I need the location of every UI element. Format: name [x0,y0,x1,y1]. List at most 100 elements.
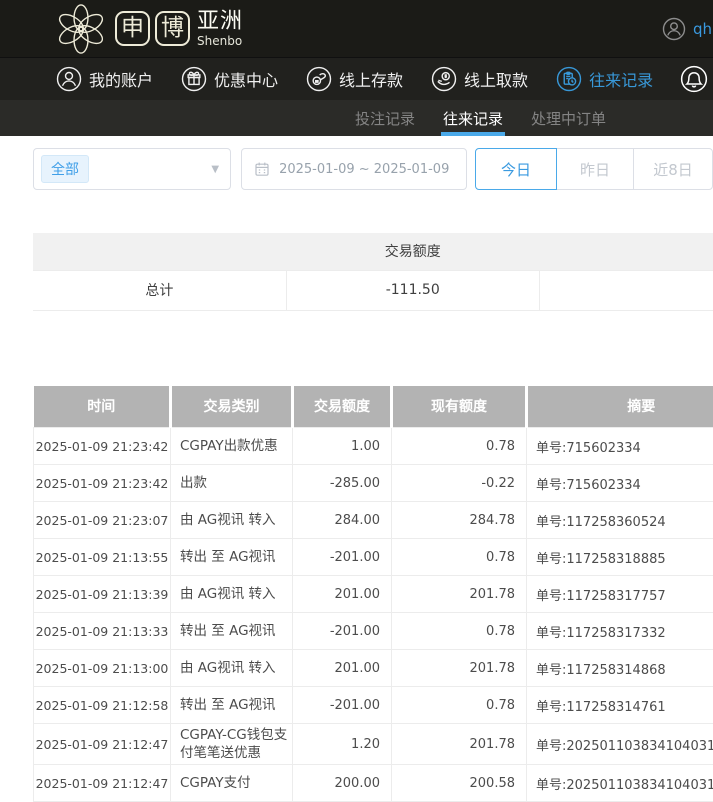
cell-amount: 201.00 [293,576,392,613]
cell-amount: 200.00 [293,765,392,802]
nav-item-user[interactable]: 我的账户 [56,66,153,92]
quick-date-button-2[interactable]: 近8日 [633,148,713,190]
cell-time: 2025-01-09 21:13:39 [34,576,171,613]
cell-type: CGPAY支付 [171,765,293,802]
gift-icon [181,66,207,92]
cell-amount: 1.00 [293,428,392,465]
brand-region: 亚洲 [197,11,243,33]
top-header: 申 博 亚洲 Shenbo qh [0,0,713,58]
nav-item-records[interactable]: 往来记录 [556,66,653,92]
quick-date-button-1[interactable]: 昨日 [556,148,634,190]
summary-header-empty [33,233,286,270]
cell-type: CGPAY出款优惠 [171,428,293,465]
transactions-header-row: 时间交易类别交易额度现有额度摘要 [34,386,713,428]
table-row: 2025-01-09 21:13:33转出 至 AG视讯-201.000.78单… [34,613,713,650]
user-account-area[interactable]: qh [662,0,712,57]
summary-header-amount: 交易额度 [286,233,539,270]
nav-item-deposit[interactable]: 线上存款 [306,66,403,92]
tab-0[interactable]: 投注记录 [355,100,415,136]
cell-amount: 201.00 [293,650,392,687]
notifications-button[interactable] [680,58,708,100]
nav-item-label: 我的账户 [89,67,153,91]
summary-header-row: 交易额度 [33,233,713,270]
brand-char-2: 博 [155,11,190,46]
calendar-icon [254,161,270,177]
quick-date-buttons: 今日昨日近8日 [475,148,713,190]
cell-summary: 单号:202501103834104031 [527,765,713,802]
cell-type: CGPAY-CG钱包支付笔笔送优惠 [171,724,293,765]
cell-time: 2025-01-09 21:12:58 [34,687,171,724]
summary-total-row: 总计 -111.50 [33,270,713,310]
cell-summary: 单号:117258318885 [527,539,713,576]
quick-date-button-0[interactable]: 今日 [475,148,557,190]
withdraw-icon [431,66,457,92]
cell-time: 2025-01-09 21:13:33 [34,613,171,650]
chevron-down-icon: ▼ [211,164,219,175]
table-row: 2025-01-09 21:23:07由 AG视讯 转入284.00284.78… [34,502,713,539]
nav-item-gift[interactable]: 优惠中心 [181,66,278,92]
cell-summary: 单号:117258317757 [527,576,713,613]
nav-item-withdraw[interactable]: 线上取款 [431,66,528,92]
cell-summary: 单号:715602334 [527,428,713,465]
cell-balance: 200.58 [392,765,527,802]
date-range-input[interactable]: 2025-01-09 ~ 2025-01-09 [241,148,467,190]
cell-summary: 单号:117258360524 [527,502,713,539]
records-icon [556,66,582,92]
table-row: 2025-01-09 21:12:58转出 至 AG视讯-201.000.78单… [34,687,713,724]
cell-balance: 0.78 [392,613,527,650]
tab-2[interactable]: 处理中订单 [531,100,606,136]
cell-time: 2025-01-09 21:23:07 [34,502,171,539]
cell-type: 转出 至 AG视讯 [171,613,293,650]
cell-balance: 0.78 [392,428,527,465]
table-row: 2025-01-09 21:13:39由 AG视讯 转入201.00201.78… [34,576,713,613]
username-label: qh [693,20,712,38]
table-row: 2025-01-09 21:13:00由 AG视讯 转入201.00201.78… [34,650,713,687]
cell-time: 2025-01-09 21:13:55 [34,539,171,576]
category-select[interactable]: 全部 ▼ [33,148,231,190]
cell-amount: 1.20 [293,724,392,765]
category-selected-chip: 全部 [41,155,89,183]
summary-total-empty [539,270,713,310]
cell-amount: -201.00 [293,539,392,576]
cell-time: 2025-01-09 21:13:00 [34,650,171,687]
column-header: 交易额度 [293,386,392,428]
table-row: 2025-01-09 21:12:47CGPAY-CG钱包支付笔笔送优惠1.20… [34,724,713,765]
cell-type: 由 AG视讯 转入 [171,502,293,539]
brand-char-1: 申 [115,11,150,46]
cell-time: 2025-01-09 21:23:42 [34,465,171,502]
table-row: 2025-01-09 21:13:55转出 至 AG视讯-201.000.78单… [34,539,713,576]
main-nav: 我的账户 优惠中心 线上存款 线上取款 往来记录 [0,58,713,100]
bell-icon [680,65,708,93]
filter-row: 全部 ▼ 2025-01-09 ~ 2025-01-09 今日昨日近8日 [33,148,713,190]
brand-logo[interactable]: 申 博 亚洲 Shenbo [52,4,243,54]
deposit-icon [306,66,332,92]
transactions-tbody: 2025-01-09 21:23:42CGPAY出款优惠1.000.78单号:7… [34,428,713,802]
column-header: 现有额度 [392,386,527,428]
summary-header-empty-2 [539,233,713,270]
cell-balance: -0.22 [392,465,527,502]
tab-1[interactable]: 往来记录 [443,100,503,136]
nav-item-label: 线上取款 [464,67,528,91]
summary-total-label: 总计 [33,270,286,310]
cell-time: 2025-01-09 21:12:47 [34,724,171,765]
transactions-table: 时间交易类别交易额度现有额度摘要 2025-01-09 21:23:42CGPA… [33,386,713,802]
column-header: 时间 [34,386,171,428]
nav-item-label: 线上存款 [339,67,403,91]
cell-summary: 单号:715602334 [527,465,713,502]
cell-time: 2025-01-09 21:12:47 [34,765,171,802]
cell-balance: 201.78 [392,576,527,613]
flower-logo-icon [52,4,110,54]
cell-amount: -285.00 [293,465,392,502]
cell-type: 转出 至 AG视讯 [171,687,293,724]
cell-amount: 284.00 [293,502,392,539]
record-tabs: 投注记录往来记录处理中订单 [0,100,713,136]
column-header: 摘要 [527,386,713,428]
cell-balance: 0.78 [392,539,527,576]
cell-balance: 284.78 [392,502,527,539]
column-header: 交易类别 [171,386,293,428]
nav-item-label: 往来记录 [589,67,653,91]
cell-summary: 单号:202501103834104031 [527,724,713,765]
nav-item-label: 优惠中心 [214,67,278,91]
table-row: 2025-01-09 21:23:42出款-285.00-0.22单号:7156… [34,465,713,502]
cell-balance: 201.78 [392,650,527,687]
